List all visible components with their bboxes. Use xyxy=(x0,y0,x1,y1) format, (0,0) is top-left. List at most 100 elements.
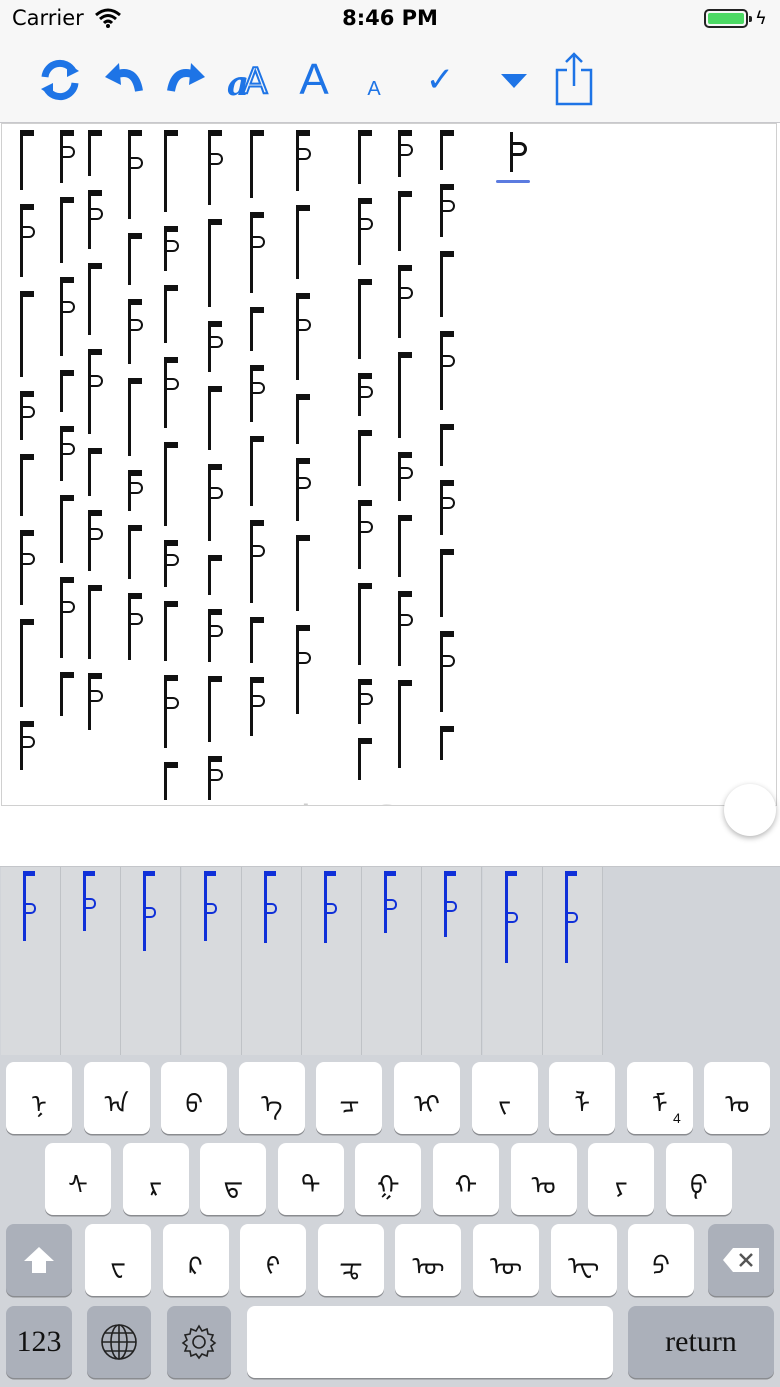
charging-icon: ϟ xyxy=(755,8,767,29)
mongolian-word xyxy=(358,130,385,184)
space-key[interactable] xyxy=(247,1306,613,1378)
suggestion-word xyxy=(384,871,405,933)
letter-key[interactable]: ᠯ xyxy=(549,1062,616,1134)
text-column xyxy=(292,130,324,805)
suggestion-item[interactable] xyxy=(482,867,543,1055)
mongolian-word xyxy=(296,293,323,380)
letter-key-label: ᠬ xyxy=(454,1171,478,1201)
letter-key[interactable]: ᠼ xyxy=(317,1224,384,1296)
mongolian-word xyxy=(208,130,235,205)
mongolian-word xyxy=(358,279,385,359)
letter-key[interactable]: ᠥ xyxy=(395,1224,462,1296)
confirm-button[interactable]: ✓ xyxy=(414,50,466,110)
mongolian-word xyxy=(296,130,323,191)
letter-key[interactable]: ᠣ xyxy=(704,1062,771,1134)
scroll-handle[interactable] xyxy=(724,784,776,836)
letter-key[interactable]: ᠰ xyxy=(45,1143,111,1215)
letter-key[interactable]: ᠴ xyxy=(316,1062,383,1134)
mongolian-word xyxy=(358,430,385,486)
text-column xyxy=(160,130,192,805)
mongolian-word xyxy=(358,198,385,265)
letter-key[interactable]: ᠺ xyxy=(162,1224,229,1296)
mongolian-word xyxy=(440,631,467,712)
mongolian-word xyxy=(208,609,235,662)
letter-key[interactable]: ᠻ xyxy=(240,1224,307,1296)
mongolian-word xyxy=(20,204,47,277)
share-button[interactable] xyxy=(548,50,600,110)
settings-key[interactable] xyxy=(167,1306,231,1378)
font-style-button[interactable]: a A xyxy=(224,50,276,110)
letter-key-label: ᠯ xyxy=(574,1090,591,1120)
mongolian-word xyxy=(164,130,191,212)
undo-icon xyxy=(105,63,143,92)
numbers-key[interactable]: 123 xyxy=(6,1306,72,1378)
letter-key[interactable]: ᠫ xyxy=(628,1224,695,1296)
mongolian-word xyxy=(358,738,385,780)
letter-key[interactable]: ᠠ xyxy=(83,1062,150,1134)
letter-key[interactable]: ᠹ xyxy=(665,1143,732,1215)
numbers-key-label: 123 xyxy=(16,1325,62,1358)
letter-key[interactable]: ᠬ xyxy=(433,1143,499,1215)
suggestion-bar xyxy=(0,866,780,1057)
return-key[interactable]: return xyxy=(628,1306,774,1378)
mongolian-word xyxy=(208,676,235,742)
suggestion-word xyxy=(444,871,465,937)
mongolian-word xyxy=(296,625,323,714)
svg-text:A: A xyxy=(243,61,268,102)
mongolian-word xyxy=(164,540,191,587)
mongolian-word xyxy=(88,673,115,730)
suggestion-item[interactable] xyxy=(362,867,423,1055)
suggestion-item[interactable] xyxy=(61,867,122,1055)
letter-key-label: ᠵ xyxy=(498,1090,512,1120)
suggestion-item[interactable] xyxy=(121,867,182,1055)
letter-key[interactable]: ᠤ xyxy=(510,1143,577,1215)
suggestion-item[interactable] xyxy=(422,867,483,1055)
letter-key[interactable]: ᠦ xyxy=(473,1224,539,1296)
status-bar: Carrier 8:46 PM ϟ xyxy=(0,0,780,38)
letter-key-label: ᠠ xyxy=(104,1090,129,1120)
letter-key[interactable]: ᠲ xyxy=(277,1143,344,1215)
letter-key[interactable]: ᠸ xyxy=(85,1224,151,1296)
letter-key[interactable]: ᠶ xyxy=(588,1143,655,1215)
suggestion-word xyxy=(83,871,104,931)
vertical-text-editor[interactable]: UpdateStar.com xyxy=(1,123,777,806)
increase-font-button[interactable]: A xyxy=(288,50,340,110)
suggestion-item[interactable] xyxy=(1,867,61,1055)
letter-key[interactable]: ᠵ xyxy=(471,1062,538,1134)
suggestion-item[interactable] xyxy=(181,867,242,1055)
letter-key[interactable]: ᠧ xyxy=(550,1224,617,1296)
mongolian-word xyxy=(20,454,47,516)
letter-key[interactable]: ᠭ xyxy=(355,1143,422,1215)
letter-key[interactable]: ᠡ xyxy=(238,1062,305,1134)
mongolian-word xyxy=(60,672,87,716)
suggestion-item[interactable] xyxy=(241,867,302,1055)
editor-toolbar: a A A A ✓ xyxy=(0,38,780,123)
undo-button[interactable] xyxy=(98,50,150,110)
suggestion-word xyxy=(203,871,225,941)
letter-key[interactable]: ᠷ xyxy=(122,1143,189,1215)
watermark: UpdateStar.com xyxy=(230,796,546,805)
mongolian-word xyxy=(250,436,277,506)
suggestion-word xyxy=(263,871,285,943)
text-column xyxy=(354,130,386,805)
letter-key[interactable]: ᠢ xyxy=(394,1062,460,1134)
letter-key[interactable]: ᠳ xyxy=(200,1143,267,1215)
letter-key[interactable]: ᠪ xyxy=(161,1062,228,1134)
globe-key[interactable] xyxy=(87,1306,151,1378)
mongolian-word xyxy=(208,555,235,595)
dropdown-button[interactable] xyxy=(488,50,540,110)
current-word-underline xyxy=(496,180,530,183)
suggestion-item[interactable] xyxy=(542,867,603,1055)
letter-key[interactable]: ᠨ xyxy=(6,1062,72,1134)
mongolian-word xyxy=(88,130,115,176)
decrease-font-button[interactable]: A xyxy=(348,50,400,110)
suggestion-word xyxy=(504,871,526,963)
mongolian-word xyxy=(128,299,155,364)
refresh-button[interactable] xyxy=(34,50,86,110)
letter-key-label: ᠼ xyxy=(339,1252,363,1282)
backspace-key[interactable] xyxy=(708,1224,774,1296)
letter-key[interactable]: ᠮ4 xyxy=(626,1062,693,1134)
redo-button[interactable] xyxy=(160,50,212,110)
shift-key[interactable] xyxy=(6,1224,72,1296)
suggestion-item[interactable] xyxy=(302,867,362,1055)
